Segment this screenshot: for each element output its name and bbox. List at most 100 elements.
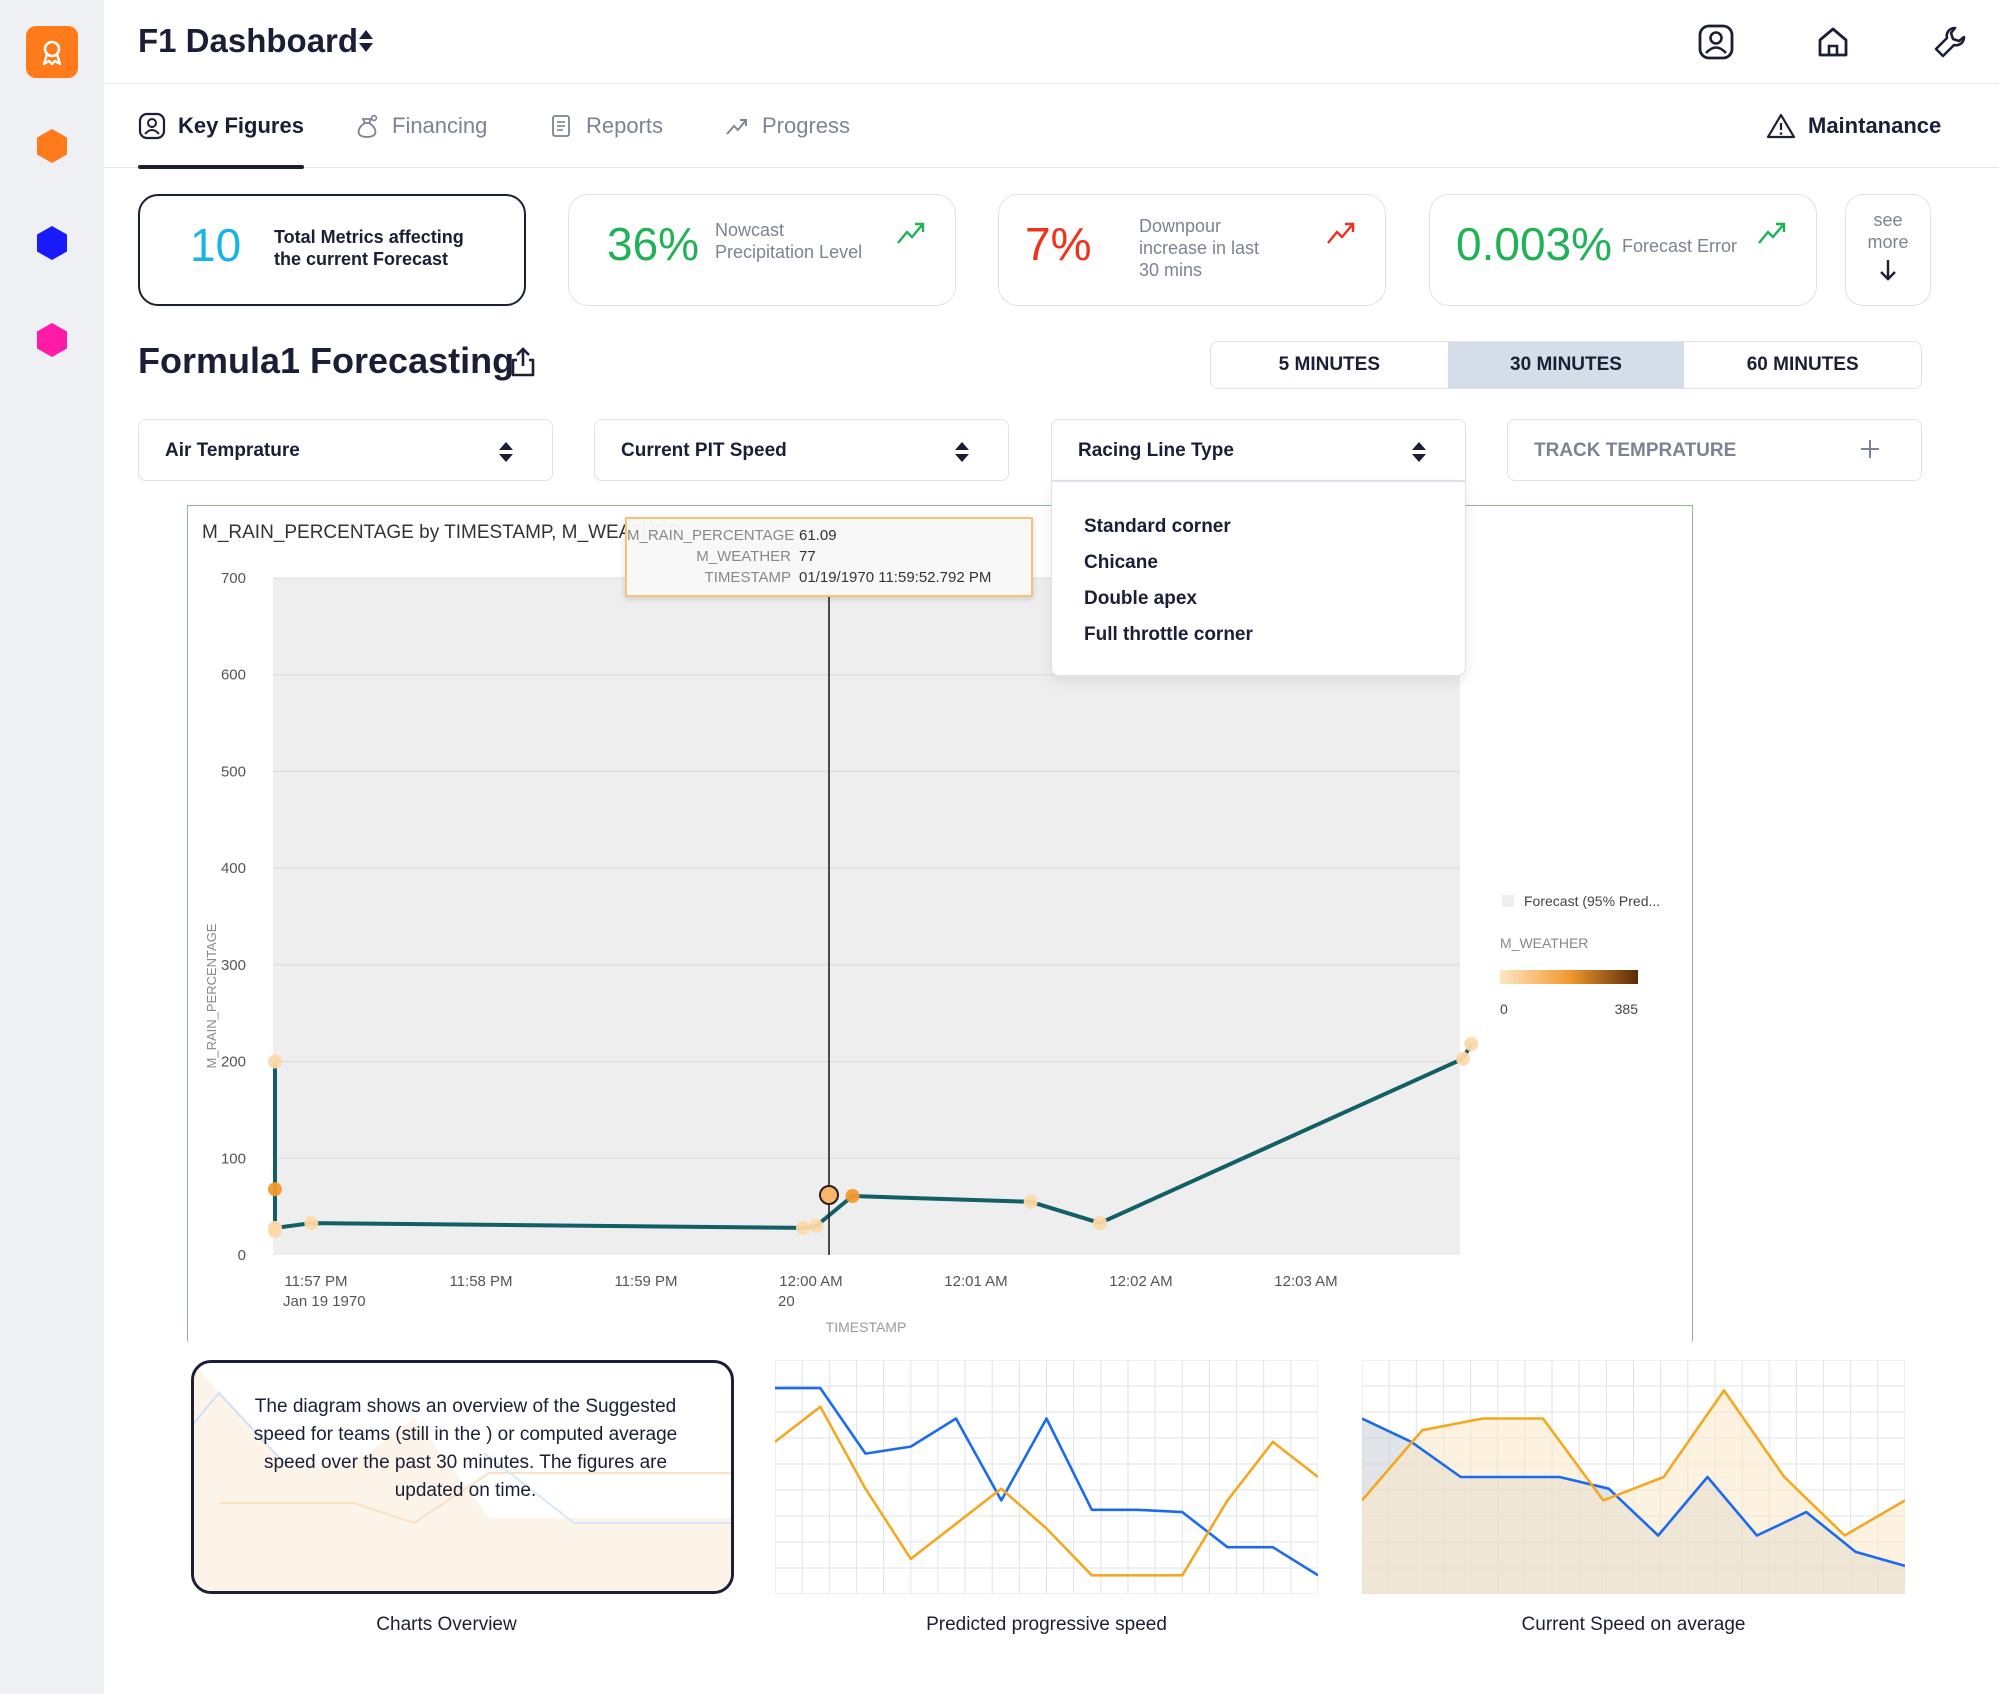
tooltip-row: TIMESTAMP 01/19/1970 11:59:52.792 PM bbox=[627, 569, 1031, 590]
tab-label: Reports bbox=[586, 113, 664, 138]
top-bar: F1 Dashboard bbox=[104, 0, 1999, 84]
tab-reports[interactable]: Reports bbox=[548, 84, 663, 168]
plot-area bbox=[273, 578, 1460, 1255]
current-speed-chart[interactable] bbox=[1362, 1360, 1905, 1594]
forecast-legend-swatch bbox=[1502, 895, 1514, 907]
kpi-label-line: increase in last bbox=[1139, 238, 1260, 258]
y-axis-label: M_RAIN_PERCENTAGE bbox=[204, 923, 219, 1068]
dropdown-option[interactable]: Full throttle corner bbox=[1052, 624, 1465, 660]
tooltip-row: M_RAIN_PERCENTAGE 61.09 bbox=[627, 527, 1031, 548]
tab-financing[interactable]: Financing bbox=[354, 84, 487, 168]
data-point bbox=[304, 1216, 319, 1231]
blue-hexagon-icon[interactable] bbox=[34, 225, 70, 261]
home-icon[interactable] bbox=[1813, 22, 1853, 62]
kpi-value: 36% bbox=[607, 218, 700, 270]
racing-line-select[interactable]: Racing Line Type bbox=[1051, 419, 1466, 481]
wrench-icon[interactable] bbox=[1930, 22, 1970, 62]
x-tick-sublabel: Jan 19 1970 bbox=[283, 1293, 366, 1310]
award-icon[interactable] bbox=[26, 26, 78, 78]
tab-label: Financing bbox=[392, 113, 488, 138]
predicted-speed-chart[interactable] bbox=[775, 1360, 1318, 1594]
share-icon[interactable] bbox=[508, 346, 538, 378]
select-label: Current PIT Speed bbox=[621, 440, 787, 461]
kpi-nowcast[interactable]: 36% Nowcast Precipitation Level bbox=[568, 194, 956, 306]
kpi-label: Forecast Error bbox=[1622, 236, 1738, 256]
tooltip-row: M_WEATHER 77 bbox=[627, 548, 1031, 569]
kpi-total-metrics[interactable]: 10 Total Metrics affecting the current F… bbox=[138, 194, 526, 306]
current-speed-caption: Current Speed on average bbox=[1521, 1614, 1746, 1635]
charts-overview-caption: Charts Overview bbox=[376, 1614, 517, 1635]
kpi-label-line: the current Forecast bbox=[274, 249, 449, 269]
x-tick-label: 12:01 AM bbox=[944, 1273, 1007, 1290]
pit-speed-select[interactable]: Current PIT Speed bbox=[594, 419, 1009, 481]
x-tick-label: 11:57 PM bbox=[284, 1273, 347, 1290]
tooltip-value: 77 bbox=[799, 548, 816, 565]
dropdown-option[interactable]: Double apex bbox=[1052, 588, 1465, 624]
forecast-chart-panel: M_RAIN_PERCENTAGE by TIMESTAMP, M_WEATHE… bbox=[187, 505, 1693, 1341]
active-tab-indicator bbox=[138, 165, 304, 169]
color-legend-gradient bbox=[1500, 970, 1638, 984]
tab-progress[interactable]: Progress bbox=[724, 84, 850, 168]
kpi-forecast-error[interactable]: 0.003% Forecast Error bbox=[1429, 194, 1817, 306]
kpi-label-line: Total Metrics affecting bbox=[274, 227, 464, 247]
user-profile-icon[interactable] bbox=[1696, 22, 1736, 62]
sort-arrows-icon[interactable] bbox=[358, 28, 374, 54]
data-point bbox=[268, 1220, 282, 1235]
dropdown-option[interactable]: Standard corner bbox=[1052, 516, 1465, 552]
maintenance-link[interactable]: Maintanance bbox=[1766, 84, 1941, 168]
tab-label: Key Figures bbox=[178, 113, 304, 138]
kpi-value: 7% bbox=[1025, 218, 1092, 270]
kpi-label-line: 30 mins bbox=[1139, 260, 1203, 280]
left-rail bbox=[0, 0, 104, 1694]
data-point bbox=[268, 1054, 282, 1069]
kpi-label: Total Metrics affecting the current Fore… bbox=[274, 226, 464, 270]
dropdown-option[interactable]: Chicane bbox=[1052, 552, 1465, 588]
x-tick-label: 11:58 PM bbox=[449, 1273, 512, 1290]
y-tick-label: 500 bbox=[221, 763, 246, 780]
y-tick-label: 400 bbox=[221, 860, 246, 877]
kpi-downpour[interactable]: 7% Downpour increase in last 30 mins bbox=[998, 194, 1386, 306]
y-tick-label: 300 bbox=[221, 957, 246, 974]
trend-up-icon bbox=[1327, 222, 1355, 244]
select-label: TRACK TEMPRATURE bbox=[1534, 440, 1737, 461]
magenta-hexagon-icon[interactable] bbox=[34, 322, 70, 358]
arrow-down-icon bbox=[1880, 260, 1896, 281]
charts-overview-card[interactable]: The diagram shows an overview of the Sug… bbox=[191, 1360, 734, 1594]
data-point bbox=[1456, 1051, 1470, 1066]
x-tick-sublabel: 20 bbox=[778, 1293, 795, 1310]
track-temperature-button[interactable]: TRACK TEMPRATURE bbox=[1507, 419, 1922, 481]
x-tick-label: 12:03 AM bbox=[1274, 1273, 1337, 1290]
see-more-line: see bbox=[1873, 210, 1903, 230]
hover-point[interactable] bbox=[819, 1185, 839, 1205]
x-tick-label: 11:59 PM bbox=[614, 1273, 677, 1290]
forecast-chart[interactable]: M_RAIN_PERCENTAGE by TIMESTAMP, M_WEATHE… bbox=[188, 506, 1694, 1342]
air-temperature-select[interactable]: Air Temprature bbox=[138, 419, 553, 481]
app-title[interactable]: F1 Dashboard bbox=[138, 22, 358, 60]
see-more-button[interactable]: see more bbox=[1845, 194, 1931, 306]
select-label: Racing Line Type bbox=[1078, 440, 1234, 461]
data-point bbox=[796, 1220, 810, 1235]
warning-triangle-icon bbox=[1766, 113, 1796, 139]
tab-key-figures[interactable]: Key Figures bbox=[138, 84, 304, 169]
y-tick-label: 100 bbox=[221, 1150, 246, 1167]
color-legend-max: 385 bbox=[1615, 1001, 1639, 1017]
sort-arrows-icon bbox=[499, 442, 513, 462]
user-square-icon bbox=[138, 112, 166, 140]
range-30-minutes[interactable]: 30 MINUTES bbox=[1447, 342, 1685, 388]
x-tick-label: 12:02 AM bbox=[1109, 1273, 1172, 1290]
kpi-label: Downpour increase in last 30 mins bbox=[1139, 215, 1259, 281]
kpi-label: Nowcast Precipitation Level bbox=[715, 219, 862, 263]
trend-up-icon bbox=[726, 119, 747, 135]
kpi-label-line: Downpour bbox=[1139, 216, 1222, 236]
range-5-minutes[interactable]: 5 MINUTES bbox=[1211, 342, 1448, 388]
color-legend-min: 0 bbox=[1500, 1001, 1508, 1017]
y-tick-label: 600 bbox=[221, 667, 246, 684]
kpi-value: 0.003% bbox=[1456, 218, 1613, 270]
forecast-legend-label: Forecast (95% Pred... bbox=[1524, 893, 1660, 909]
money-bag-icon bbox=[357, 114, 378, 138]
section-title: Formula1 Forecasting bbox=[138, 340, 515, 381]
orange-hexagon-icon[interactable] bbox=[34, 128, 70, 164]
racing-line-dropdown: Standard corner Chicane Double apex Full… bbox=[1051, 481, 1466, 676]
data-point bbox=[1464, 1037, 1479, 1052]
range-60-minutes[interactable]: 60 MINUTES bbox=[1684, 342, 1921, 388]
